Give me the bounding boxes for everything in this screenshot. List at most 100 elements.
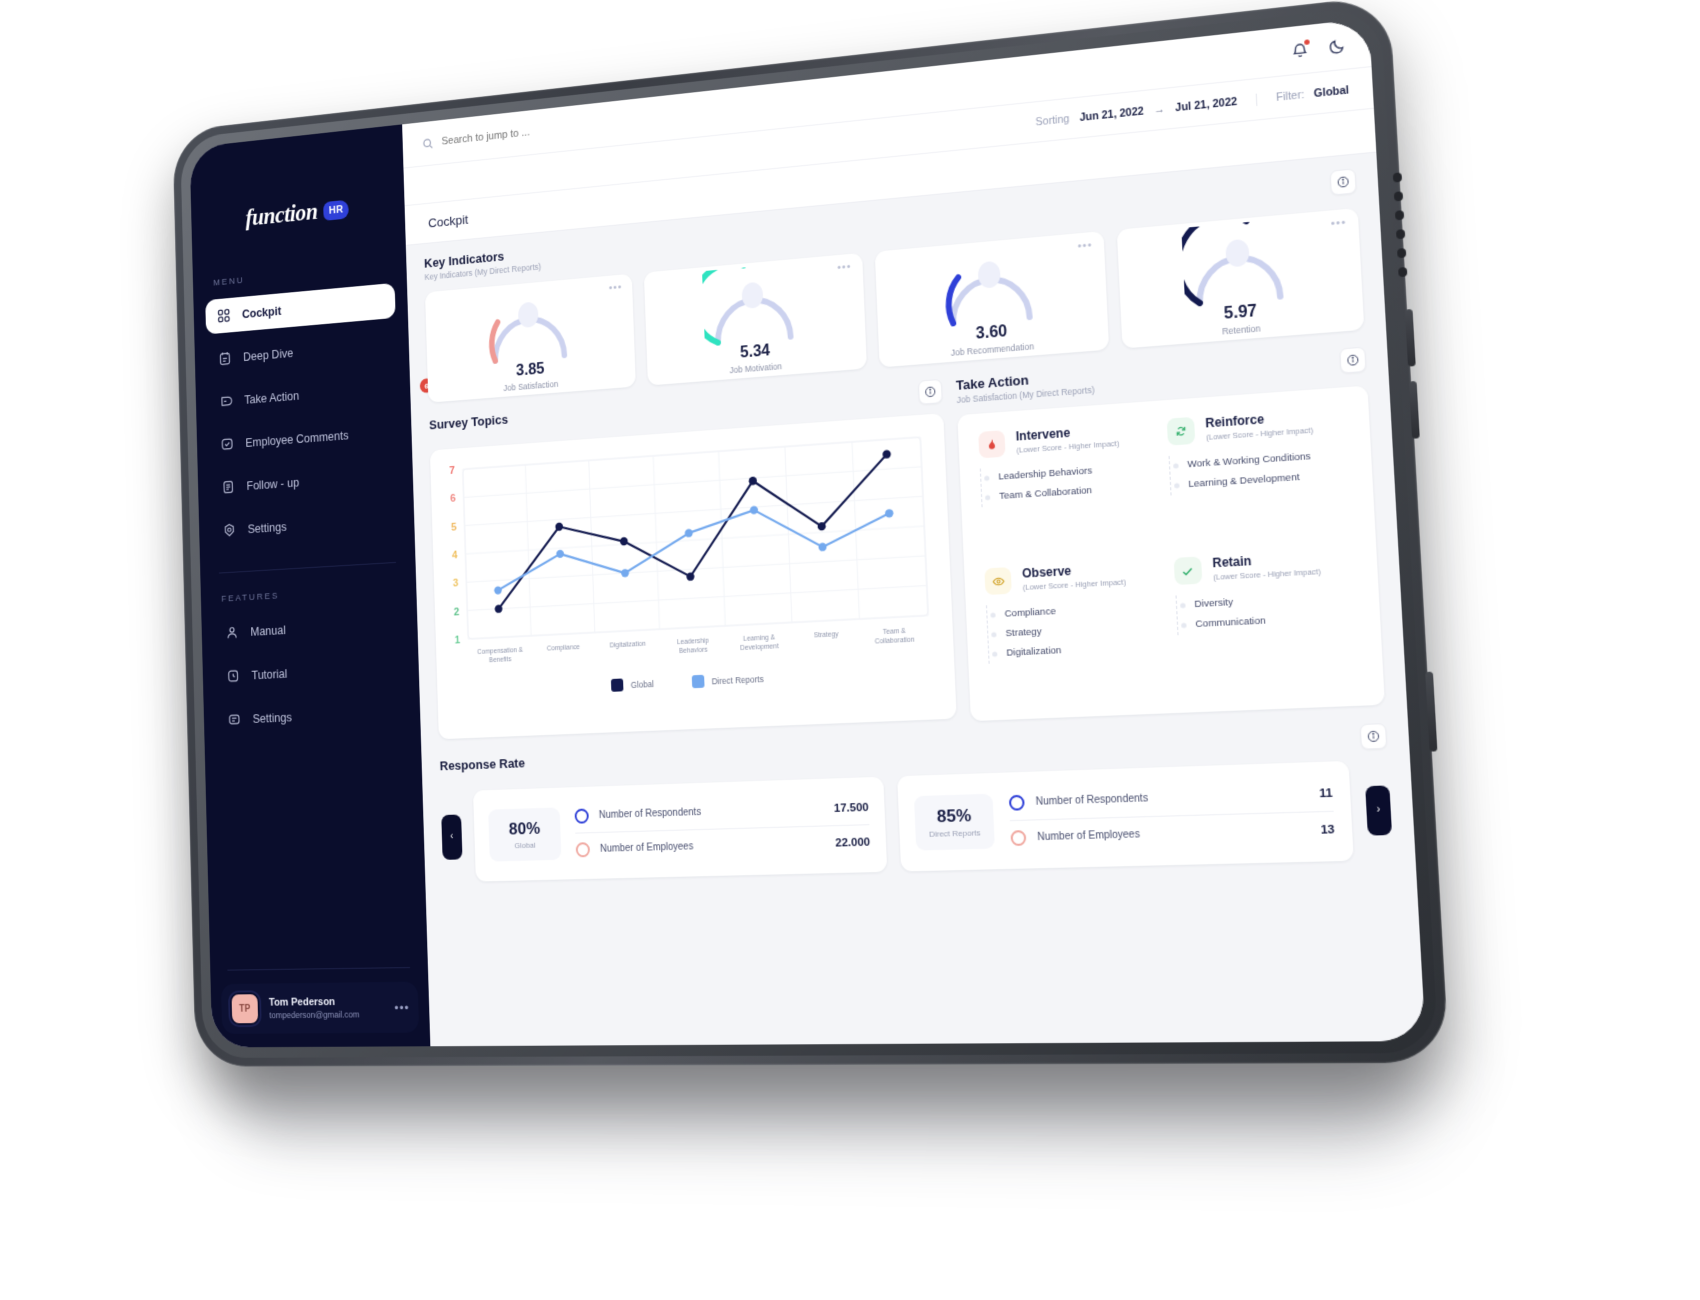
- kpi-card-job-recommendation[interactable]: ••• 3.60 Job Recommendation: [874, 231, 1109, 368]
- gauge: [481, 283, 578, 366]
- carousel-next-button[interactable]: ›: [1365, 784, 1393, 836]
- svg-text:Benefits: Benefits: [489, 656, 512, 664]
- user-icon: [225, 625, 238, 640]
- survey-topics-column: Survey Topics 7 6 5 4 3 2 1 Compensation & Benef…: [429, 378, 957, 742]
- tablet-device: function HR MENU Cockpit Deep Dive Take …: [172, 0, 1450, 1141]
- date-to[interactable]: Jul 21, 2022: [1175, 95, 1237, 114]
- list-item[interactable]: Communication: [1184, 606, 1358, 635]
- brand-name: function: [245, 199, 318, 232]
- kpi-card-job-satisfaction[interactable]: ••• 3.85 Job Satisfaction: [424, 273, 637, 403]
- volume-down-button[interactable]: [1408, 380, 1420, 439]
- profile-meta: Tom Pederson tompederson@gmail.com: [269, 994, 385, 1021]
- sidebar-item-follow-up[interactable]: Follow - up: [210, 457, 401, 505]
- fire-icon: [978, 430, 1006, 459]
- sidebar-item-take-action[interactable]: Take Action 6: [207, 370, 434, 420]
- list-item[interactable]: Compliance: [994, 596, 1161, 624]
- speaker-grille: [1392, 172, 1409, 299]
- moon-icon[interactable]: [1328, 36, 1347, 56]
- kpi-menu-icon[interactable]: •••: [1330, 216, 1346, 230]
- response-rate-percent-box: 80% Global: [488, 807, 562, 862]
- kpi-menu-icon[interactable]: •••: [609, 281, 623, 294]
- response-rate-value: 13: [1320, 823, 1335, 837]
- kpi-label: Job Motivation: [729, 361, 783, 376]
- svg-text:Leadership: Leadership: [677, 637, 710, 646]
- response-rate-info-icon[interactable]: [1359, 723, 1388, 750]
- sorting-group[interactable]: Sorting Jun 21, 2022 → Jul 21, 2022: [1035, 93, 1256, 128]
- search-icon: [422, 137, 434, 150]
- take-action-subtitle: Job Satisfaction (My Direct Reports): [956, 384, 1095, 406]
- brand-logo[interactable]: function HR: [190, 124, 407, 280]
- topbar: [402, 18, 1372, 168]
- sidebar-item-label: Follow - up: [246, 475, 300, 493]
- sidebar-divider: [218, 561, 396, 574]
- kpi-row: ••• 3.85 Job Satisfaction ••• 5.34 Job M…: [424, 207, 1365, 403]
- power-button[interactable]: [1425, 671, 1438, 752]
- action-icon: [219, 394, 232, 409]
- sidebar-item-employee-comments[interactable]: Employee Comments: [208, 414, 399, 463]
- list-item[interactable]: Work & Working Conditions: [1176, 444, 1349, 475]
- filter-group[interactable]: Filter: Global: [1255, 83, 1350, 106]
- gauge: [936, 241, 1044, 329]
- avatar: TP: [227, 990, 262, 1028]
- svg-text:2: 2: [454, 607, 460, 619]
- volume-up-button[interactable]: [1404, 308, 1416, 367]
- response-rate-label: Number of Respondents: [1035, 792, 1149, 808]
- gauge: [1181, 218, 1295, 308]
- gauge-center: [1225, 238, 1250, 268]
- filter-value[interactable]: Global: [1313, 84, 1349, 100]
- sidebar-item-settings[interactable]: Settings: [211, 501, 403, 548]
- quadrant-list: Leadership Behaviors Team & Collaboratio…: [979, 457, 1156, 508]
- quadrant-subtitle: (Lower Score - Higher Impact): [1212, 566, 1322, 582]
- svg-text:7: 7: [449, 465, 455, 477]
- screenshot-root: function HR MENU Cockpit Deep Dive Take …: [0, 0, 1700, 1300]
- list-item[interactable]: Diversity: [1183, 586, 1357, 615]
- gauge: [702, 262, 804, 347]
- sidebar-item-label: Deep Dive: [242, 346, 294, 364]
- sidebar-item-label: Settings: [252, 710, 292, 726]
- sidebar-item-deep-dive[interactable]: Deep Dive: [206, 326, 397, 377]
- filter-label: Filter:: [1275, 88, 1305, 104]
- quadrant-header: Observe (Lower Score - Higher Impact): [984, 559, 1159, 596]
- sidebar: function HR MENU Cockpit Deep Dive Take …: [189, 124, 434, 1048]
- kpi-card-retention[interactable]: ••• 5.97 Retention: [1116, 207, 1365, 349]
- response-rate-label: Number of Respondents: [598, 806, 702, 822]
- profile-card[interactable]: TP Tom Pederson tompederson@gmail.com ••…: [220, 981, 420, 1034]
- quadrant-subtitle: (Lower Score - Higher Impact): [1022, 577, 1127, 593]
- sidebar-item-tutorial[interactable]: Tutorial: [214, 650, 406, 694]
- topbar-icons: [1290, 36, 1347, 60]
- survey-topics-info-icon[interactable]: [917, 378, 943, 405]
- svg-text:1: 1: [454, 635, 460, 647]
- gear-icon: [223, 523, 236, 538]
- date-from[interactable]: Jun 21, 2022: [1079, 105, 1144, 124]
- kpi-value: 5.34: [739, 342, 771, 362]
- quadrant-header: Retain (Lower Score - Higher Impact): [1173, 548, 1356, 586]
- response-rate-label: Number of Employees: [1037, 828, 1141, 844]
- quadrant-list: Work & Working Conditions Learning & Dev…: [1168, 444, 1351, 496]
- quadrant-observe[interactable]: Observe (Lower Score - Higher Impact) Co…: [984, 559, 1165, 702]
- sidebar-item-label: Cockpit: [241, 304, 282, 321]
- middle-row: Survey Topics 7 6 5 4 3 2 1 Compensation & Benef…: [429, 346, 1385, 743]
- employees-ring-icon: [1010, 830, 1027, 847]
- respondents-ring-icon: [1008, 794, 1025, 811]
- quadrant-retain[interactable]: Retain (Lower Score - Higher Impact) Div…: [1173, 548, 1362, 694]
- grid-icon: [217, 308, 230, 323]
- refresh-icon: [1166, 416, 1195, 446]
- key-indicators-info-icon[interactable]: [1329, 168, 1357, 196]
- svg-text:3: 3: [453, 578, 459, 590]
- profile-menu-icon[interactable]: •••: [394, 1000, 409, 1015]
- legend-swatch: [610, 678, 624, 692]
- list-item[interactable]: Leadership Behaviors: [988, 457, 1155, 487]
- quadrant-intervene[interactable]: Intervene (Lower Score - Higher Impact) …: [978, 420, 1158, 565]
- gauge-arc: [1181, 218, 1295, 308]
- take-action-info-icon[interactable]: [1339, 346, 1367, 374]
- svg-text:5: 5: [451, 522, 457, 534]
- svg-text:Behaviors: Behaviors: [679, 646, 708, 655]
- sidebar-item-label: Take Action: [244, 388, 300, 407]
- legend-item-global[interactable]: Global: [610, 677, 654, 692]
- list-item[interactable]: Digitalization: [996, 636, 1163, 663]
- bell-icon[interactable]: [1290, 38, 1310, 59]
- brand-badge: HR: [323, 199, 349, 221]
- quadrant-title: Retain: [1212, 553, 1252, 571]
- carousel-prev-button[interactable]: ‹: [441, 813, 463, 860]
- list-item[interactable]: Strategy: [995, 616, 1162, 644]
